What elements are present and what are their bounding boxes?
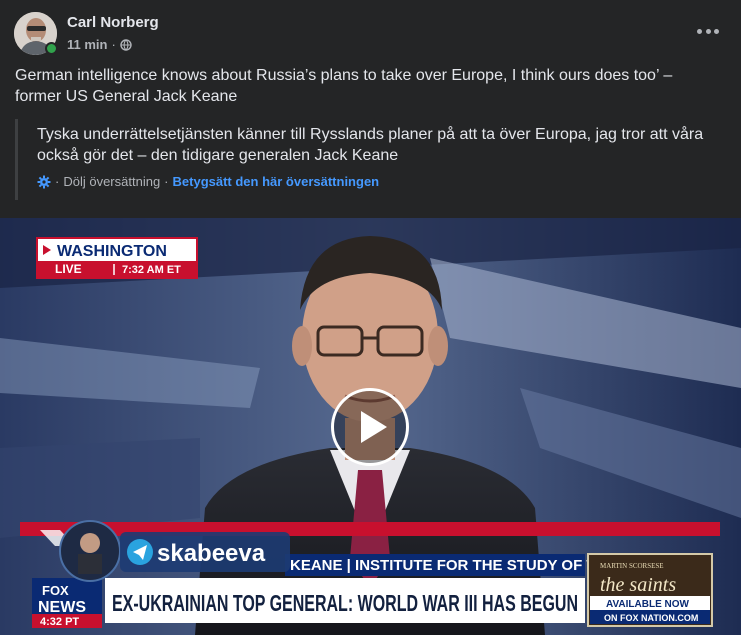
video-player[interactable]: WASHINGTON LIVE 7:32 AM ET KEANE | INSTI… <box>0 218 741 635</box>
translation-meta: · Dölj översättning · Betygsätt den här … <box>37 174 730 189</box>
hide-translation-link[interactable]: Dölj översättning <box>63 174 160 189</box>
translation-separator: · <box>55 174 60 189</box>
promo-box: MARTIN SCORSESE the saints AVAILABLE NOW… <box>587 553 713 627</box>
headline: EX-UKRAINIAN TOP GENERAL: WORLD WAR III … <box>112 590 578 616</box>
more-dot <box>714 28 719 34</box>
post-header: Carl Norberg 11 min · <box>14 11 159 55</box>
facebook-post: Carl Norberg 11 min · German intelligenc… <box>0 0 741 635</box>
translation-block: Tyska underrättelsetjänsten känner till … <box>15 119 730 200</box>
more-options-icon[interactable] <box>697 24 719 38</box>
fox-logo: FOX <box>42 583 69 598</box>
more-dot <box>705 28 711 34</box>
news-logo: NEWS <box>38 599 86 616</box>
translate-gear-icon <box>37 175 51 188</box>
post-meta: 11 min · <box>67 36 159 54</box>
more-dot <box>697 28 702 34</box>
live-label: LIVE <box>55 262 82 276</box>
play-button[interactable] <box>331 388 409 466</box>
online-status-dot <box>45 41 58 55</box>
rate-translation-link[interactable]: Betygsätt den här översättningen <box>173 174 380 189</box>
promo-small: MARTIN SCORSESE <box>600 562 664 570</box>
live-time: 7:32 AM ET <box>122 264 181 276</box>
lower-third-top: KEANE | INSTITUTE FOR THE STUDY OF WAR <box>290 557 622 574</box>
promo-on: ON FOX NATION.COM <box>604 613 698 623</box>
author-avatar[interactable] <box>14 11 58 55</box>
meta-separator: · <box>111 36 116 52</box>
location-banner: WASHINGTON LIVE 7:32 AM ET <box>36 237 198 279</box>
globe-icon[interactable] <box>120 38 132 51</box>
translation-separator: · <box>164 174 169 189</box>
author-name[interactable]: Carl Norberg <box>67 13 159 33</box>
location-label: WASHINGTON <box>57 243 167 260</box>
bug-time: 4:32 PT <box>40 616 79 628</box>
play-icon <box>361 411 387 443</box>
author-block: Carl Norberg 11 min · <box>67 13 159 54</box>
post-timestamp[interactable]: 11 min <box>67 36 107 54</box>
promo-title: the saints <box>600 574 676 596</box>
post-text: German intelligence knows about Russia’s… <box>15 67 673 105</box>
translated-text: Tyska underrättelsetjänsten känner till … <box>37 126 704 164</box>
promo-available: AVAILABLE NOW <box>606 599 690 610</box>
channel-name: skabeeva <box>157 540 266 567</box>
